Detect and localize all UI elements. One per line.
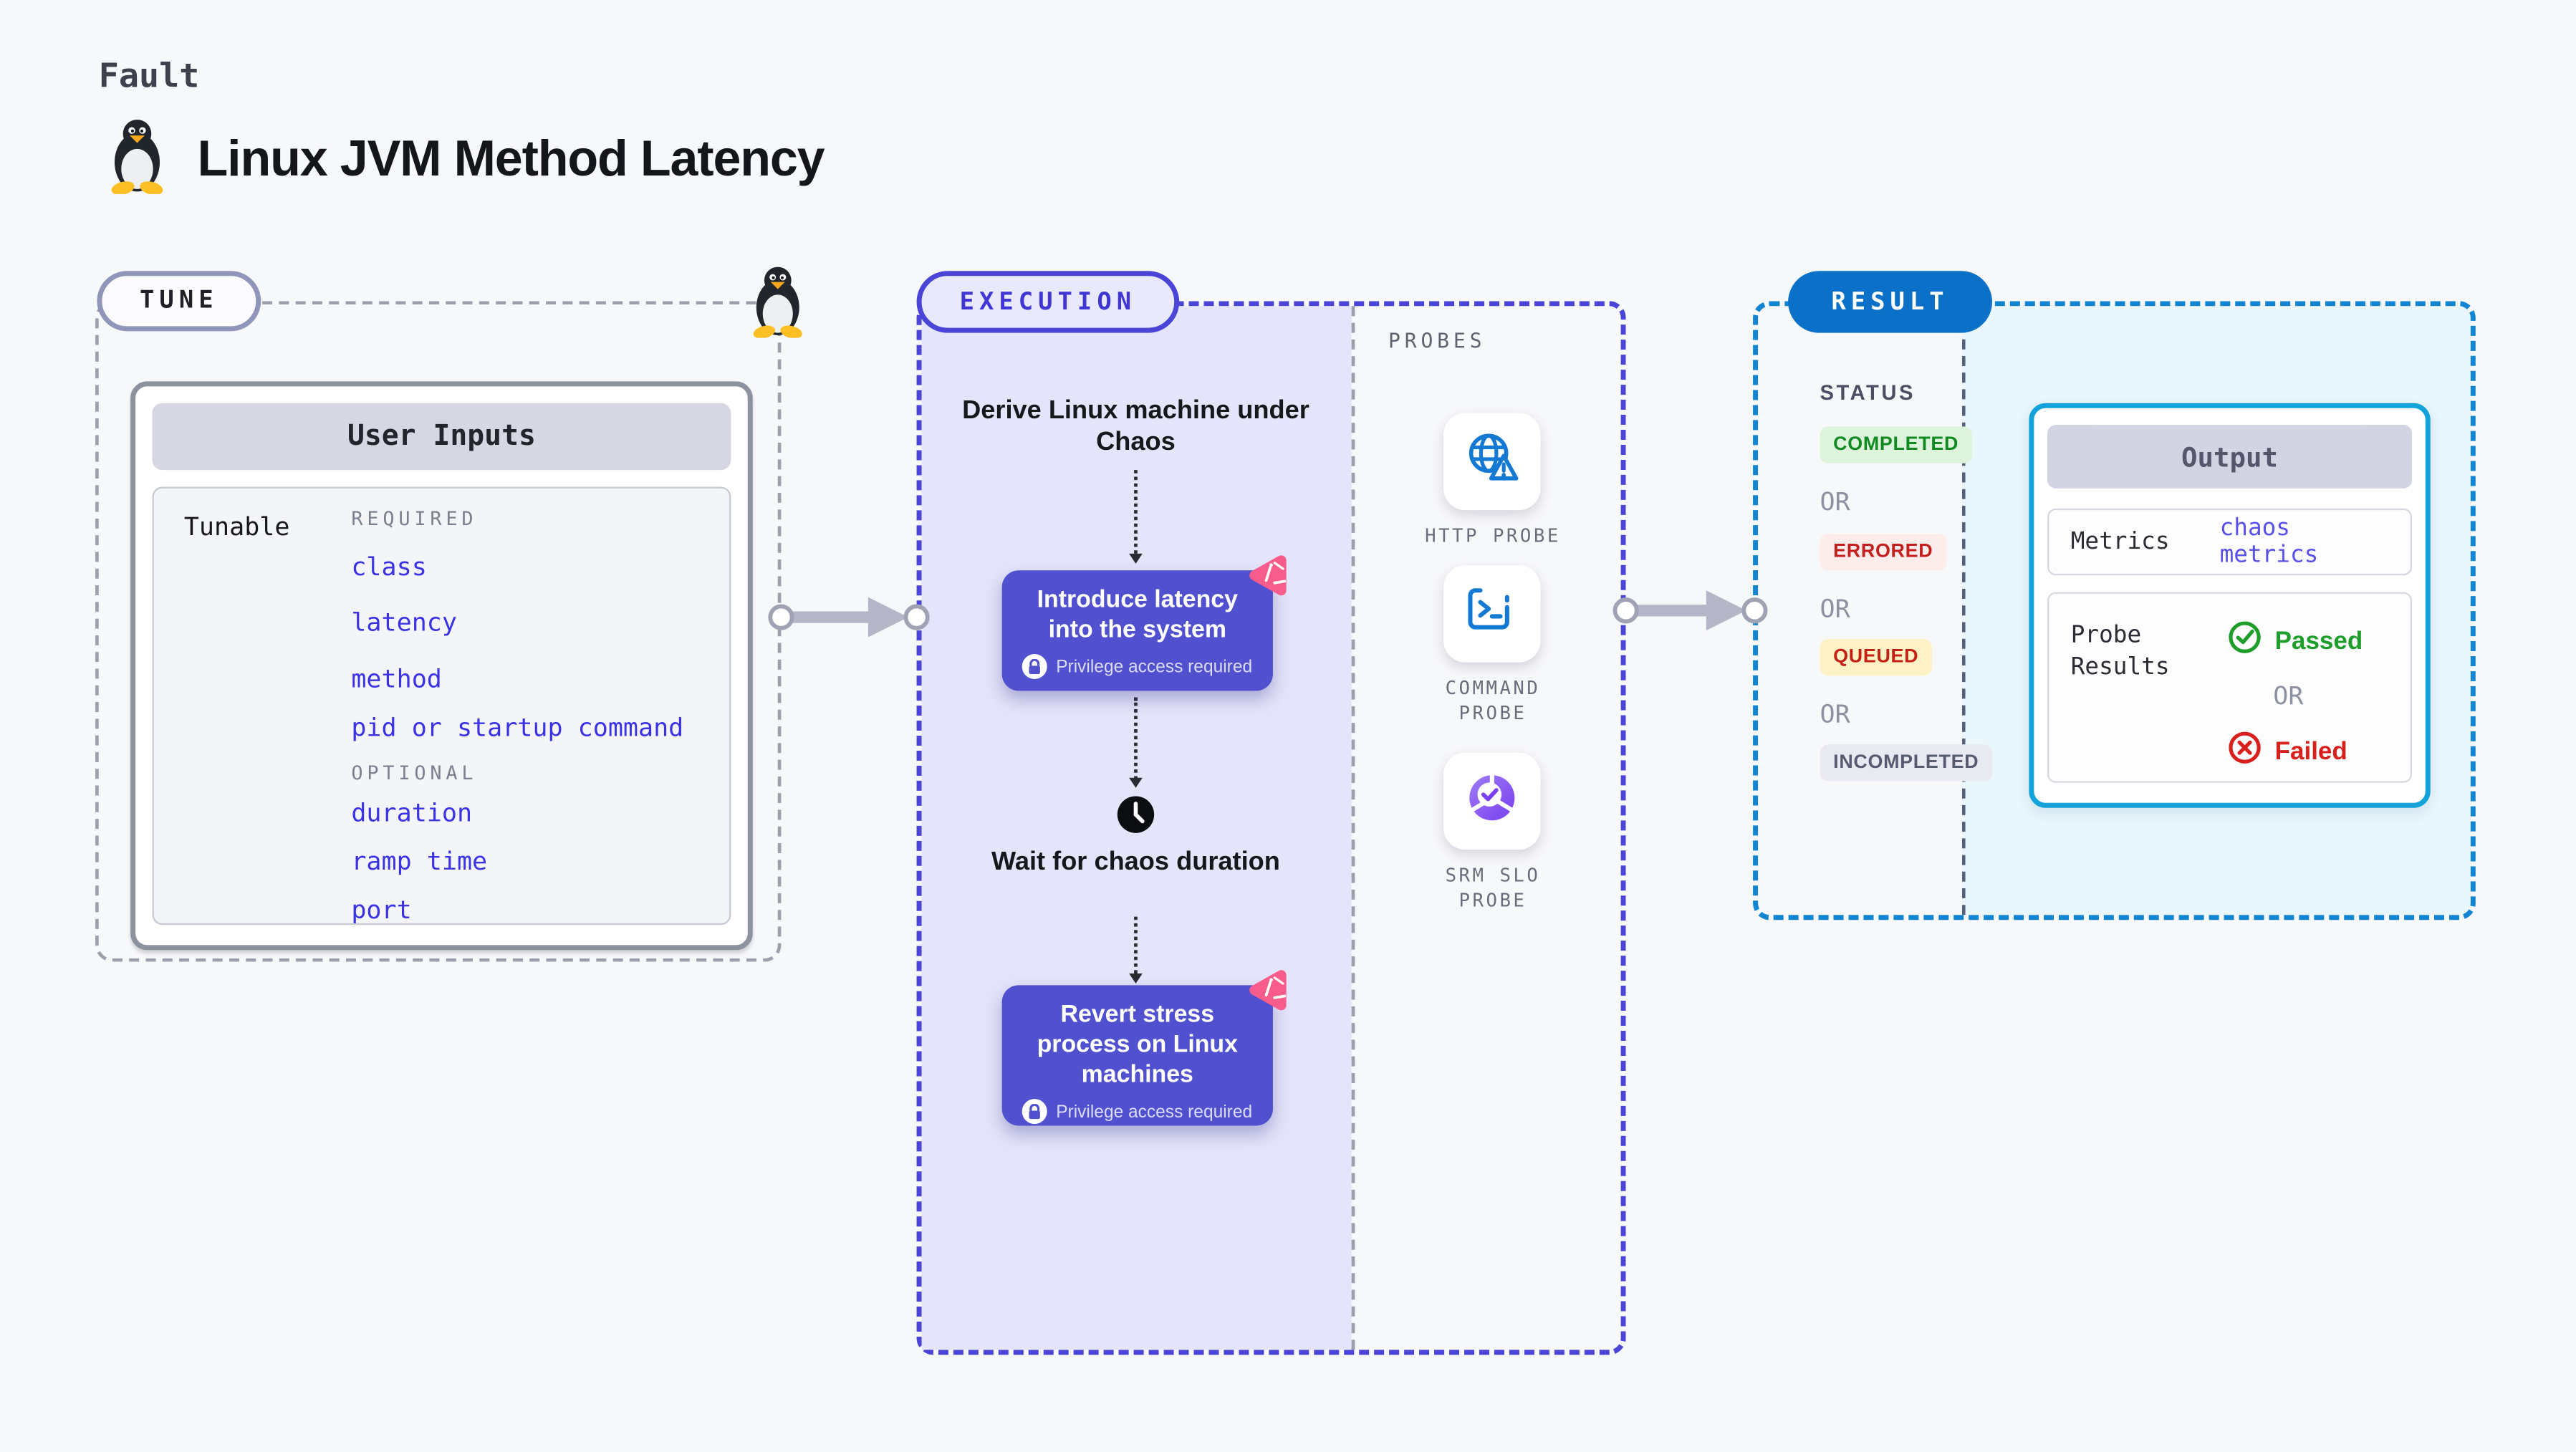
lock-icon	[1022, 1099, 1048, 1125]
metrics-label: Metrics	[2070, 527, 2170, 555]
tunables-list: Tunable REQUIRED class latency method pi…	[152, 486, 731, 925]
slo-donut-check-icon	[1464, 769, 1520, 834]
status-or: OR	[1820, 593, 1850, 624]
failed-verdict: Failed	[2228, 731, 2363, 771]
revert-stress-box: Revert stress process on Linux machines …	[1001, 985, 1273, 1126]
status-badge-incompleted: INCOMPLETED	[1820, 744, 1992, 782]
result-container: STATUS COMPLETED OR ERRORED OR QUEUED OR…	[1753, 301, 2476, 920]
x-circle-icon	[2228, 731, 2262, 771]
metrics-row: Metrics chaos metrics	[2047, 508, 2413, 576]
command-probe-label: COMMAND PROBE	[1445, 677, 1541, 725]
tunable-duration[interactable]: duration	[351, 798, 472, 828]
tunable-class[interactable]: class	[351, 552, 426, 582]
tunable-row-label: Tunable	[183, 511, 290, 542]
probes-label: PROBES	[1388, 329, 1486, 353]
http-probe-card	[1443, 413, 1541, 511]
execution-to-result-arrow	[1613, 590, 1768, 631]
srm-slo-probe-label: SRM SLO PROBE	[1445, 865, 1541, 912]
status-badge-text: ERRORED	[1820, 533, 1947, 571]
privilege-note-2: Privilege access required	[1015, 1099, 1259, 1125]
srm-slo-probe-card	[1443, 752, 1541, 850]
passed-text: Passed	[2274, 626, 2363, 655]
probe-results-row: Probe Results Passed OR Failed	[2047, 592, 2413, 783]
tune-badge: TUNE	[97, 271, 261, 332]
command-probe-card	[1443, 565, 1541, 663]
privilege-note-text: Privilege access required	[1056, 656, 1253, 677]
check-circle-icon	[2228, 620, 2262, 660]
terminal-icon	[1464, 583, 1520, 645]
clock-icon	[1115, 794, 1155, 843]
http-probe-label: HTTP PROBE	[1425, 525, 1561, 547]
introduce-latency-box: Introduce latency into the system Privil…	[1001, 570, 1273, 691]
user-inputs-title: User Inputs	[152, 403, 731, 471]
tunable-method[interactable]: method	[351, 664, 442, 694]
required-section-label: REQUIRED	[351, 506, 478, 531]
status-or: OR	[1820, 486, 1850, 517]
revert-stress-label: Revert stress process on Linux machines	[1037, 1001, 1238, 1090]
status-badge-text: QUEUED	[1820, 638, 1932, 676]
tunable-latency[interactable]: latency	[351, 607, 457, 638]
status-badge-completed: COMPLETED	[1820, 426, 1972, 463]
failed-text: Failed	[2274, 736, 2347, 766]
connector-dotted-3	[1129, 916, 1143, 984]
globe-alert-icon	[1462, 429, 1522, 494]
fault-diagram: Fault Linux JVM Method Latency TUNE User…	[0, 0, 2576, 1452]
result-badge: RESULT	[1788, 271, 1992, 333]
metrics-value-link[interactable]: chaos metrics	[2220, 515, 2389, 569]
privilege-note: Privilege access required	[1015, 653, 1259, 680]
page-title: Linux JVM Method Latency	[197, 131, 825, 187]
chaos-logo-icon	[1246, 554, 1290, 605]
connector-dotted-2	[1129, 697, 1143, 788]
passed-verdict: Passed	[2228, 620, 2363, 660]
probes-zone: PROBES HTTP PROBE COMMAND PROBE SRM SLO …	[1351, 306, 1621, 1350]
title-row: Linux JVM Method Latency	[104, 117, 825, 202]
output-title: Output	[2047, 425, 2413, 489]
introduce-latency-label: Introduce latency into the system	[1037, 587, 1238, 644]
diagram-viewport: Fault Linux JVM Method Latency TUNE User…	[0, 0, 2576, 1452]
execution-container: Derive Linux machine under Chaos Introdu…	[916, 301, 1626, 1355]
status-badge-text: COMPLETED	[1820, 426, 1972, 463]
status-badge-text: INCOMPLETED	[1820, 744, 1992, 782]
tunable-ramp-time[interactable]: ramp time	[351, 847, 487, 877]
fault-kicker: Fault	[98, 55, 200, 96]
tune-to-execution-arrow	[768, 597, 930, 638]
privilege-note-text-2: Privilege access required	[1056, 1101, 1253, 1122]
tunable-pid-or-startup-command[interactable]: pid or startup command	[351, 713, 683, 743]
linux-penguin-corner-icon	[746, 264, 809, 346]
lock-icon	[1022, 653, 1048, 680]
chaos-logo-icon	[1246, 968, 1290, 1020]
tunable-port[interactable]: port	[351, 895, 411, 925]
optional-section-label: OPTIONAL	[351, 761, 478, 785]
output-card: Output Metrics chaos metrics Probe Resul…	[2029, 403, 2431, 808]
verdicts: Passed OR Failed	[2228, 620, 2363, 765]
linux-penguin-icon	[104, 117, 170, 202]
verdict-or: OR	[2273, 681, 2304, 711]
status-label: STATUS	[1820, 381, 1916, 405]
derive-step-text: Derive Linux machine under Chaos	[962, 396, 1309, 457]
execution-zone: Derive Linux machine under Chaos Introdu…	[921, 306, 1352, 1350]
probe-results-label: Probe Results	[2070, 622, 2170, 681]
status-badge-errored: ERRORED	[1820, 533, 1947, 571]
status-or: OR	[1820, 699, 1850, 730]
user-inputs-card: User Inputs Tunable REQUIRED class laten…	[130, 381, 753, 951]
execution-badge: EXECUTION	[916, 271, 1180, 333]
status-badge-queued: QUEUED	[1820, 638, 1932, 676]
wait-step-text: Wait for chaos duration	[991, 847, 1280, 877]
connector-dotted-1	[1129, 470, 1143, 564]
